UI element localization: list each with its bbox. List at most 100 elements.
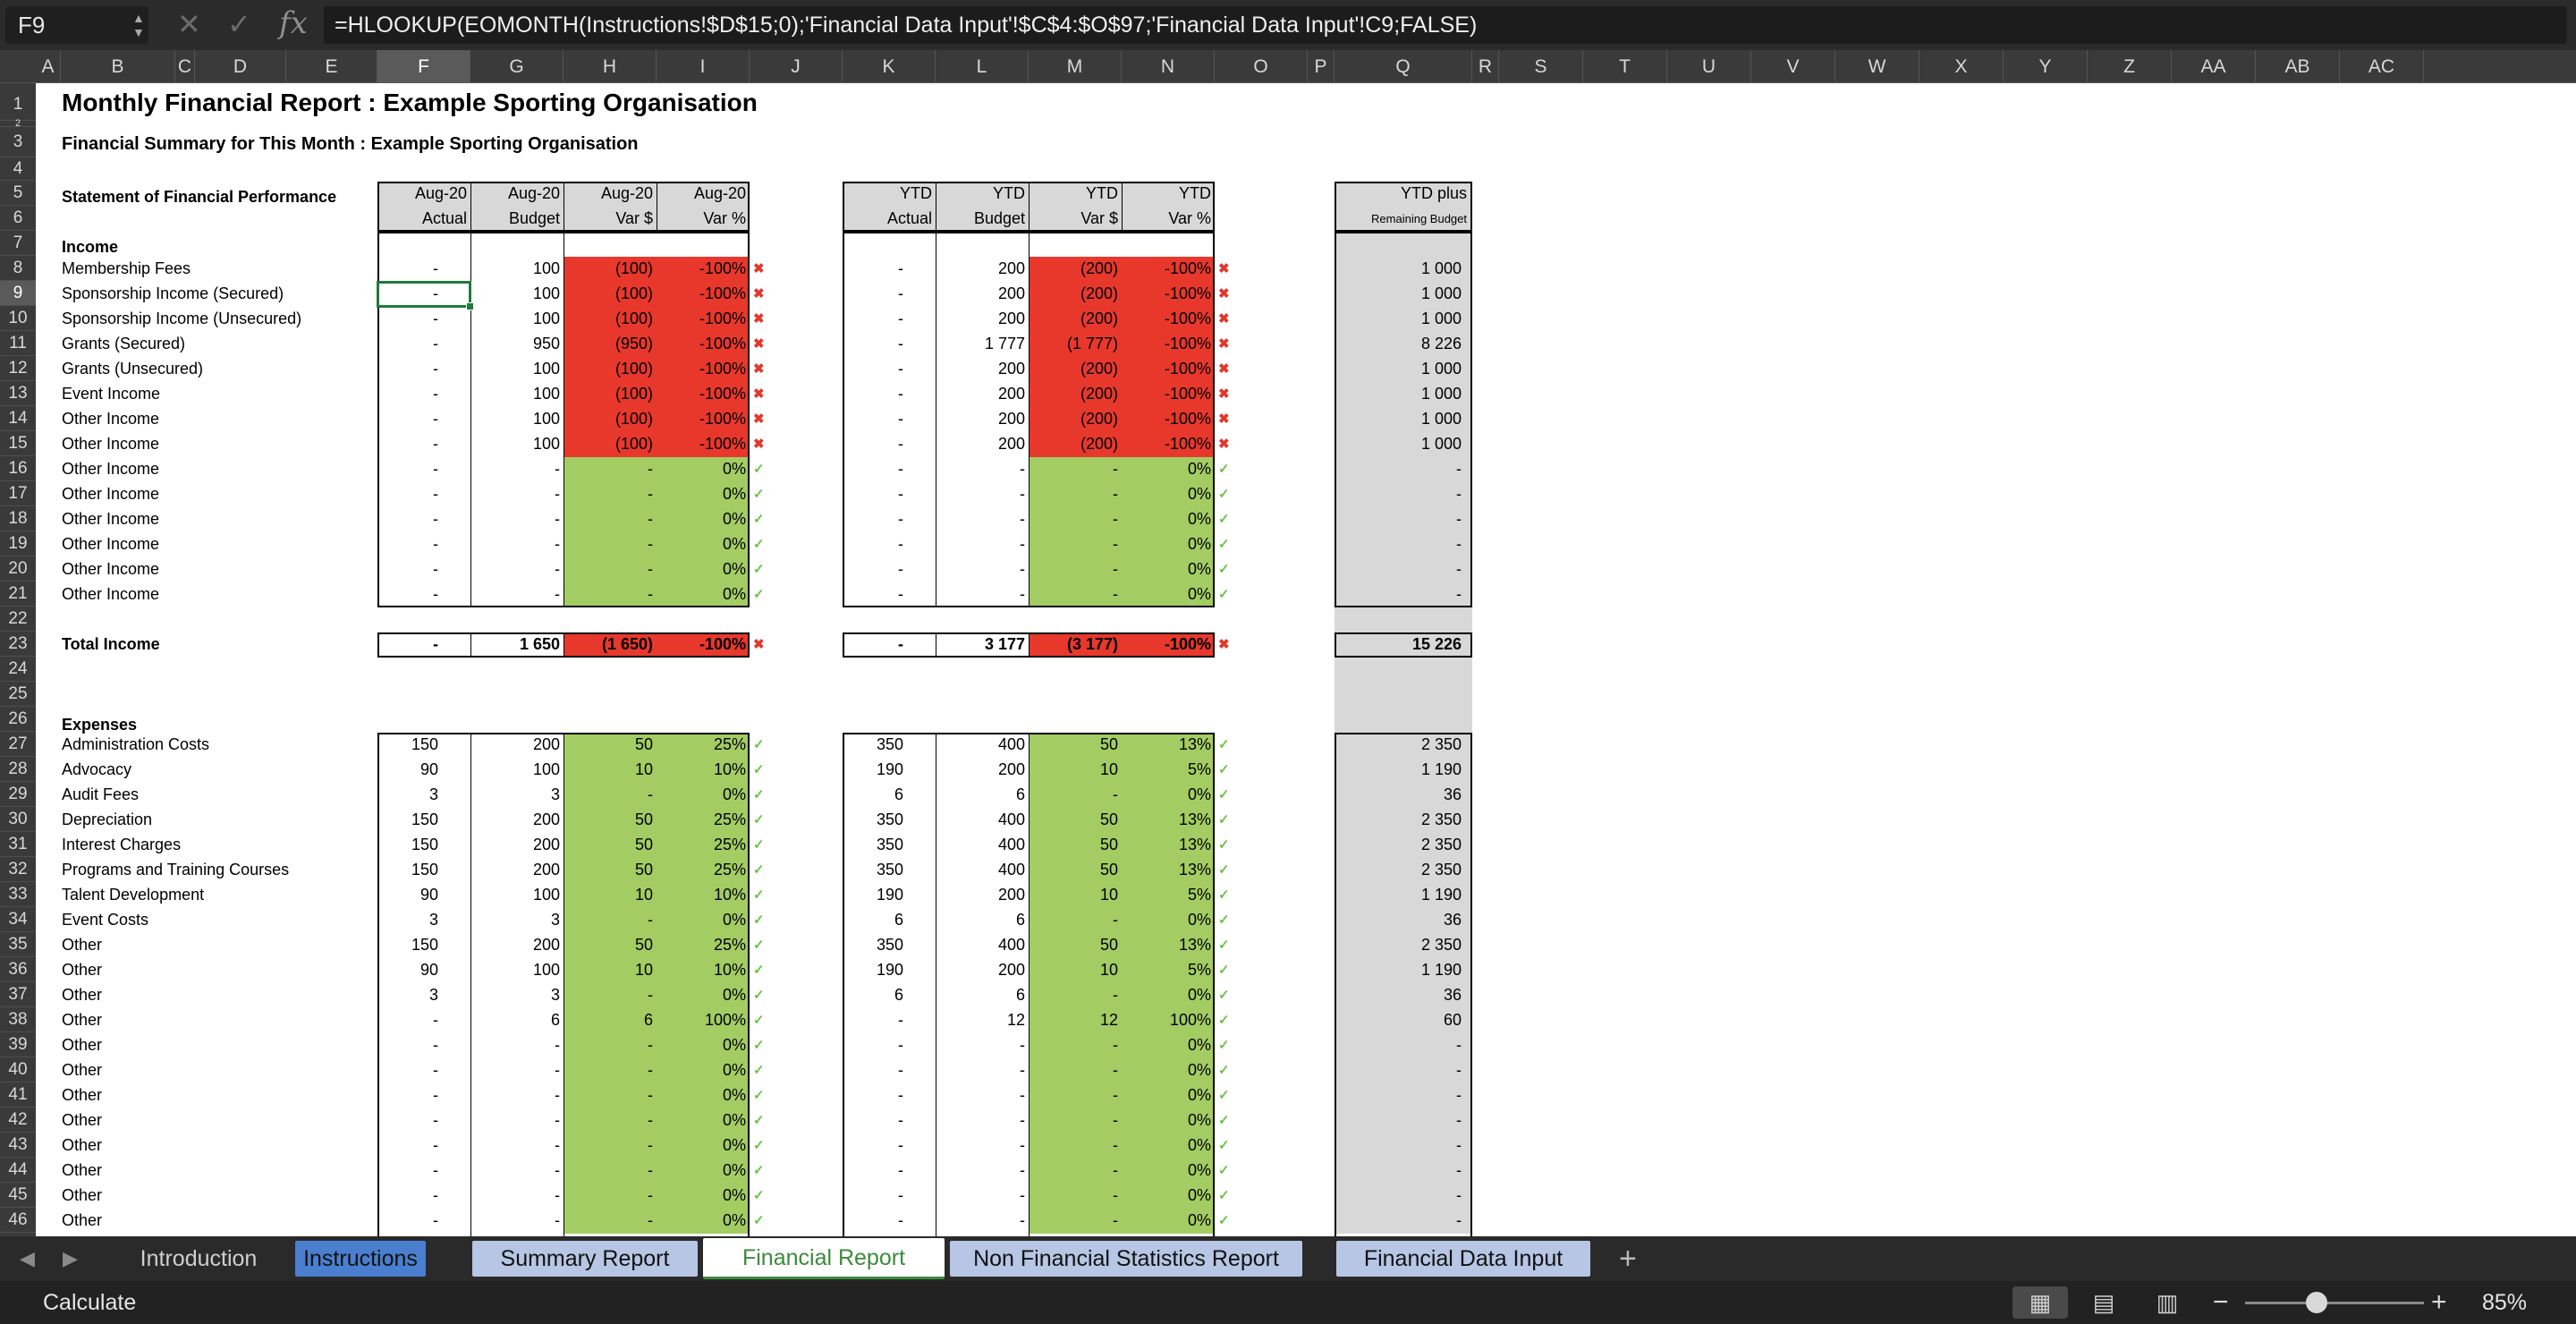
name-box-up-icon[interactable]: ▲ [132,12,145,24]
column-header-f[interactable]: F [377,50,470,83]
column-header-l[interactable]: L [936,50,1029,83]
row-header-5[interactable]: 5 [0,181,36,206]
calculate-status[interactable]: Calculate [43,1281,136,1324]
column-header-w[interactable]: W [1835,50,1919,83]
row-header-30[interactable]: 30 [0,807,36,832]
row-header-14[interactable]: 14 [0,406,36,431]
cancel-icon[interactable]: ✕ [177,8,201,40]
row-header-41[interactable]: 41 [0,1082,36,1108]
column-header-e[interactable]: E [286,50,377,83]
column-header-c[interactable]: C [175,50,195,83]
row-header-31[interactable]: 31 [0,832,36,857]
row-header-28[interactable]: 28 [0,757,36,782]
column-header-s[interactable]: S [1499,50,1583,83]
sheet-tab-summary-report[interactable]: Summary Report [472,1241,698,1277]
row-header-35[interactable]: 35 [0,932,36,957]
name-box[interactable]: F9 ▲ ▼ [5,6,148,44]
column-header-i[interactable]: I [657,50,750,83]
column-header-o[interactable]: O [1215,50,1308,83]
row-header-2[interactable]: 2 [0,119,36,129]
column-header-b[interactable]: B [61,50,175,83]
row-header-46[interactable]: 46 [0,1208,36,1233]
column-header-g[interactable]: G [470,50,564,83]
row-header-19[interactable]: 19 [0,531,36,556]
row-header-23[interactable]: 23 [0,632,36,657]
column-header-q[interactable]: Q [1335,50,1472,83]
zoom-level[interactable]: 85% [2482,1281,2527,1324]
row-header-18[interactable]: 18 [0,506,36,531]
add-sheet-icon[interactable]: + [1619,1238,1637,1279]
column-header-p[interactable]: P [1308,50,1335,83]
insert-function-icon[interactable]: fx [279,5,308,41]
sheet-tab-introduction[interactable]: Introduction [113,1241,284,1277]
row-header-38[interactable]: 38 [0,1007,36,1032]
column-header-u[interactable]: U [1667,50,1751,83]
row-header-40[interactable]: 40 [0,1057,36,1082]
row-header-4[interactable]: 4 [0,157,36,181]
row-header-24[interactable]: 24 [0,657,36,682]
row-header-12[interactable]: 12 [0,356,36,381]
row-header-6[interactable]: 6 [0,206,36,231]
column-header-x[interactable]: X [1919,50,2004,83]
column-header-j[interactable]: J [750,50,843,83]
sheet-tab-instructions[interactable]: Instructions [295,1241,426,1277]
column-header-d[interactable]: D [195,50,286,83]
row-header-9[interactable]: 9 [0,281,36,306]
page-break-view-icon[interactable]: ▥ [2140,1286,2195,1319]
row-header-17[interactable]: 17 [0,481,36,506]
column-header-a[interactable]: A [36,50,61,83]
row-header-15[interactable]: 15 [0,431,36,456]
prev-sheet-icon[interactable]: ◀ [20,1236,35,1281]
row-header-43[interactable]: 43 [0,1133,36,1158]
name-box-down-icon[interactable]: ▼ [132,26,145,38]
row-header-42[interactable]: 42 [0,1108,36,1133]
row-header-44[interactable]: 44 [0,1158,36,1183]
column-header-r[interactable]: R [1472,50,1499,83]
formula-input[interactable]: =HLOOKUP(EOMONTH(Instructions!$D$15;0);'… [324,6,2567,44]
row-header-3[interactable]: 3 [0,127,36,157]
row-header-22[interactable]: 22 [0,607,36,632]
worksheet-grid[interactable]: Monthly Financial Report : Example Sport… [36,83,2576,1236]
zoom-slider-thumb[interactable] [2306,1292,2327,1313]
row-header-29[interactable]: 29 [0,782,36,807]
row-header-21[interactable]: 21 [0,581,36,607]
row-header-20[interactable]: 20 [0,556,36,581]
column-header-h[interactable]: H [564,50,657,83]
selected-cell[interactable] [377,281,471,308]
column-header-n[interactable]: N [1122,50,1215,83]
sheet-tab-financial-data-input[interactable]: Financial Data Input [1336,1241,1590,1277]
fill-handle[interactable] [466,302,474,310]
column-header-ac[interactable]: AC [2340,50,2424,83]
column-header-t[interactable]: T [1583,50,1667,83]
row-header-7[interactable]: 7 [0,231,36,256]
row-header-34[interactable]: 34 [0,907,36,932]
row-header-39[interactable]: 39 [0,1032,36,1057]
page-layout-view-icon[interactable]: ▤ [2076,1286,2131,1319]
row-header-33[interactable]: 33 [0,882,36,907]
row-header-37[interactable]: 37 [0,982,36,1007]
row-header-8[interactable]: 8 [0,256,36,281]
row-header-16[interactable]: 16 [0,456,36,481]
column-header-k[interactable]: K [843,50,936,83]
column-header-m[interactable]: M [1029,50,1122,83]
sheet-tab-financial-report[interactable]: Financial Report [703,1238,945,1279]
column-header-ab[interactable]: AB [2256,50,2340,83]
sheet-tab-non-financial-statistics-report[interactable]: Non Financial Statistics Report [950,1241,1302,1277]
next-sheet-icon[interactable]: ▶ [63,1236,78,1281]
confirm-icon[interactable]: ✓ [227,8,251,40]
row-header-26[interactable]: 26 [0,707,36,732]
column-header-aa[interactable]: AA [2172,50,2256,83]
column-header-y[interactable]: Y [2004,50,2088,83]
column-header-v[interactable]: V [1751,50,1835,83]
row-header-36[interactable]: 36 [0,957,36,982]
row-header-25[interactable]: 25 [0,682,36,707]
row-header-13[interactable]: 13 [0,381,36,406]
column-header-z[interactable]: Z [2088,50,2172,83]
row-header-10[interactable]: 10 [0,306,36,331]
zoom-in-icon[interactable]: + [2431,1281,2447,1324]
row-header-11[interactable]: 11 [0,331,36,356]
row-header-27[interactable]: 27 [0,732,36,757]
normal-view-icon[interactable]: ▦ [2012,1286,2068,1319]
row-header-32[interactable]: 32 [0,857,36,882]
row-header-45[interactable]: 45 [0,1183,36,1208]
